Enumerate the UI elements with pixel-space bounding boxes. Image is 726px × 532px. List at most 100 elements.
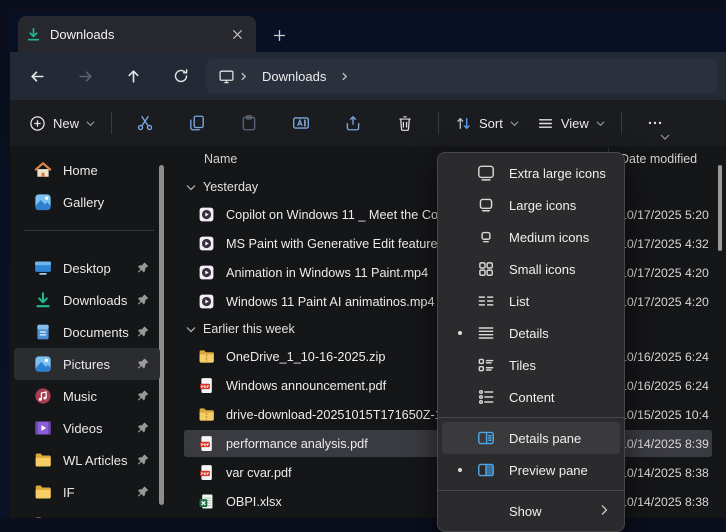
large-icons-icon xyxy=(476,195,496,215)
menu-item-details[interactable]: Details xyxy=(442,317,620,349)
list-icon xyxy=(476,291,496,311)
paste-button[interactable] xyxy=(223,106,275,140)
chevron-down-icon xyxy=(510,119,519,128)
back-button[interactable] xyxy=(20,60,54,92)
sidebar-item-documents[interactable]: Documents xyxy=(14,316,160,348)
new-button-label: New xyxy=(53,116,79,131)
menu-item-extra-large-icons[interactable]: Extra large icons xyxy=(442,157,620,189)
file-date-modified: 10/17/2025 4:32 xyxy=(620,237,709,251)
navigation-bar: Downloads xyxy=(10,52,726,100)
chevron-down-icon xyxy=(86,119,95,128)
tiles-icon xyxy=(476,355,496,375)
sidebar-item-if[interactable]: IF xyxy=(14,476,160,508)
menu-item-show[interactable]: Show xyxy=(442,495,620,527)
menu-item-preview-pane[interactable]: Preview pane xyxy=(442,454,620,486)
address-bar[interactable]: Downloads xyxy=(206,59,718,93)
gallery-icon xyxy=(34,193,52,211)
sidebar-item-label: Gallery xyxy=(63,195,104,210)
sidebar-item-home[interactable]: Home xyxy=(14,154,160,186)
pin-icon xyxy=(136,484,150,498)
menu-item-label: Details pane xyxy=(509,431,581,446)
new-button[interactable]: New xyxy=(20,106,104,140)
sidebar-item-music[interactable]: Music xyxy=(14,380,160,412)
this-pc-icon xyxy=(218,68,235,85)
pdf-file-icon: PDF xyxy=(198,377,215,394)
sidebar-item-downloads[interactable]: Downloads xyxy=(14,284,160,316)
pictures-icon xyxy=(34,355,52,373)
sidebar-item-label: IF xyxy=(63,485,75,500)
cut-button[interactable] xyxy=(119,106,171,140)
download-tab-icon xyxy=(26,27,41,42)
up-button[interactable] xyxy=(116,60,150,92)
video-file-icon xyxy=(198,293,215,310)
copy-button[interactable] xyxy=(171,106,223,140)
sidebar-item-gallery[interactable]: Gallery xyxy=(14,186,160,218)
chevron-down-icon xyxy=(596,119,605,128)
medium-icons-icon xyxy=(476,227,496,247)
file-name: Animation in Windows 11 Paint.mp4 xyxy=(226,266,428,280)
breadcrumb-location[interactable]: Downloads xyxy=(262,69,326,84)
sidebar-item-label: Desktop xyxy=(63,261,111,276)
menu-item-details-pane[interactable]: Details pane xyxy=(442,422,620,454)
file-name: drive-download-20251015T171650Z-1-001. xyxy=(226,408,471,422)
sort-button[interactable]: Sort xyxy=(446,106,528,140)
pin-icon xyxy=(136,356,150,370)
tab-title: Downloads xyxy=(50,27,226,42)
menu-item-label: Tiles xyxy=(509,358,536,373)
file-date-modified: 10/17/2025 5:20 xyxy=(620,208,709,222)
view-button-label: View xyxy=(561,116,589,131)
file-name: Windows announcement.pdf xyxy=(226,379,386,393)
group-label: Earlier this week xyxy=(203,322,295,336)
view-button[interactable]: View xyxy=(528,106,614,140)
tab-downloads[interactable]: Downloads xyxy=(18,16,256,52)
menu-item-small-icons[interactable]: Small icons xyxy=(442,253,620,285)
sidebar-item-pictures[interactable]: Pictures xyxy=(14,348,160,380)
new-tab-button[interactable] xyxy=(266,22,292,48)
explorer-window: Downloads Downloads xyxy=(10,12,726,518)
videos-icon xyxy=(34,419,52,437)
menu-item-large-icons[interactable]: Large icons xyxy=(442,189,620,221)
file-date-modified: 10/17/2025 4:20 xyxy=(620,295,709,309)
details-icon xyxy=(476,323,496,343)
menu-separator xyxy=(438,417,624,418)
file-date-modified: 10/16/2025 6:24 xyxy=(620,379,709,393)
column-header-name[interactable]: Name xyxy=(204,152,237,166)
menu-icon-spacer xyxy=(476,501,496,521)
menu-item-content[interactable]: Content xyxy=(442,381,620,413)
tab-close-icon[interactable] xyxy=(226,23,248,45)
share-button[interactable] xyxy=(327,106,379,140)
file-date-modified: 10/14/2025 8:39 xyxy=(620,437,709,451)
pin-icon xyxy=(136,292,150,306)
menu-item-tiles[interactable]: Tiles xyxy=(442,349,620,381)
content-icon xyxy=(476,387,496,407)
desktop-icon xyxy=(34,259,52,277)
home-icon xyxy=(34,161,52,179)
forward-button[interactable] xyxy=(68,60,102,92)
menu-item-medium-icons[interactable]: Medium icons xyxy=(442,221,620,253)
sidebar-item-screenshots[interactable]: Screenshots xyxy=(14,508,160,518)
file-list-scrollbar[interactable] xyxy=(718,165,722,251)
delete-button[interactable] xyxy=(379,106,431,140)
chevron-down-icon xyxy=(186,326,196,333)
refresh-button[interactable] xyxy=(164,60,198,92)
selected-bullet-icon xyxy=(458,468,462,472)
sidebar-item-videos[interactable]: Videos xyxy=(14,412,160,444)
menu-item-label: Large icons xyxy=(509,198,576,213)
sidebar-item-label: Home xyxy=(63,163,98,178)
rename-button[interactable] xyxy=(275,106,327,140)
sidebar-item-desktop[interactable]: Desktop xyxy=(14,252,160,284)
pin-icon xyxy=(136,260,150,274)
view-icon xyxy=(537,115,554,132)
pin-icon xyxy=(136,324,150,338)
zip-file-icon xyxy=(198,406,215,423)
column-header-date-modified[interactable]: Date modified xyxy=(620,152,697,166)
more-options-button[interactable] xyxy=(629,106,681,140)
menu-item-label: Extra large icons xyxy=(509,166,606,181)
xlsx-file-icon xyxy=(198,493,215,510)
menu-item-list[interactable]: List xyxy=(442,285,620,317)
breadcrumb-chevron-icon[interactable] xyxy=(340,72,349,81)
sidebar-item-wl-articles[interactable]: WL Articles xyxy=(14,444,160,476)
command-toolbar: New Sort xyxy=(10,100,726,146)
preview-pane-icon xyxy=(476,460,496,480)
file-date-modified: 10/16/2025 6:24 xyxy=(620,350,709,364)
